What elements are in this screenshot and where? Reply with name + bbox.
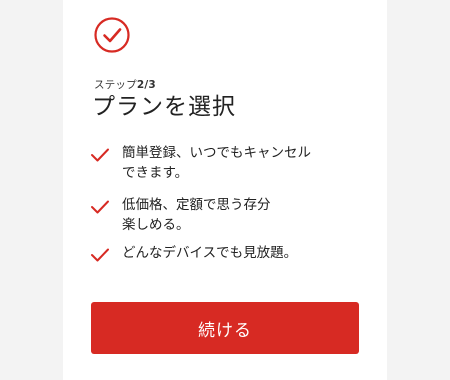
- check-circle-icon: [94, 17, 130, 53]
- benefit-list: 簡単登録、いつでもキャンセル できます。 低価格、定額で思う存分 楽しめる。 ど…: [90, 143, 370, 263]
- benefit-item: 簡単登録、いつでもキャンセル できます。: [90, 143, 370, 195]
- step-label: ステップ: [94, 79, 137, 91]
- benefit-text-line2: 楽しめる。: [122, 217, 190, 233]
- step-indicator: ステップ2/3: [94, 77, 156, 92]
- benefit-item: 低価格、定額で思う存分 楽しめる。: [90, 195, 370, 243]
- checkmark-icon: [91, 248, 109, 262]
- checkmark-icon: [91, 200, 109, 214]
- page-title: プランを選択: [92, 94, 236, 120]
- plan-step-card: ステップ2/3 プランを選択 簡単登録、いつでもキャンセル できます。 低価格、…: [63, 0, 387, 380]
- benefit-item: どんなデバイスでも見放題。: [90, 243, 370, 263]
- benefit-text-line1: 低価格、定額で思う存分: [122, 197, 271, 213]
- continue-button[interactable]: 続ける: [91, 302, 359, 354]
- benefit-text-line2: できます。: [122, 165, 189, 181]
- step-count: 2/3: [136, 79, 156, 91]
- benefit-text-line1: 簡単登録、いつでもキャンセル: [122, 145, 311, 161]
- checkmark-icon: [91, 148, 109, 162]
- benefit-text-line1: どんなデバイスでも見放題。: [122, 245, 298, 261]
